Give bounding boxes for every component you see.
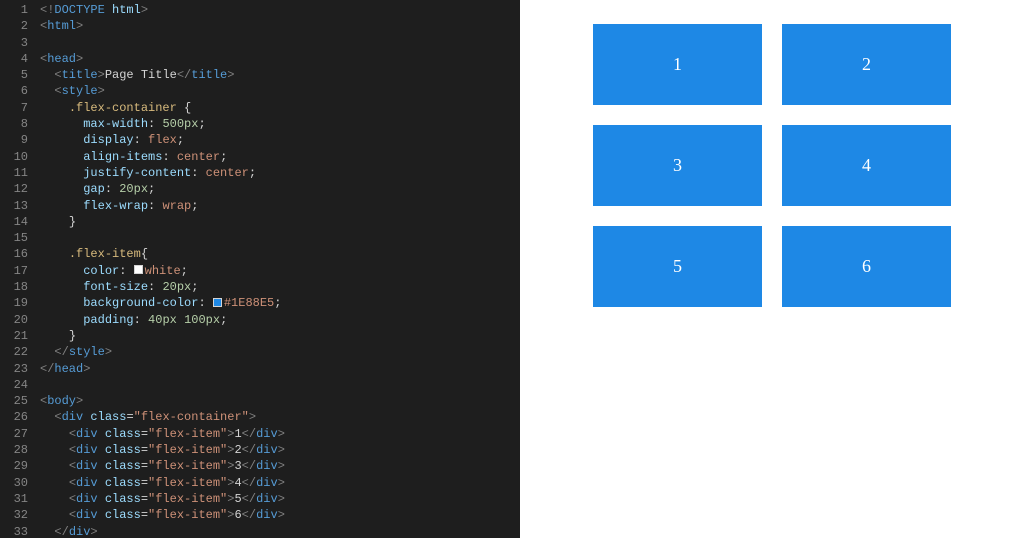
line-number-gutter: 1234567891011121314151617181920212223242…: [0, 0, 40, 538]
line-number: 20: [0, 312, 28, 328]
line-number: 12: [0, 181, 28, 197]
preview-pane: 1 2 3 4 5 6: [520, 0, 1024, 538]
code-line[interactable]: <!DOCTYPE html>: [40, 2, 520, 18]
line-number: 28: [0, 442, 28, 458]
code-line[interactable]: color: white;: [40, 263, 520, 279]
code-line[interactable]: .flex-item{: [40, 246, 520, 262]
code-editor-pane: 1234567891011121314151617181920212223242…: [0, 0, 520, 538]
code-line[interactable]: .flex-container {: [40, 100, 520, 116]
line-number: 18: [0, 279, 28, 295]
flex-item-1: 1: [593, 24, 762, 105]
code-line[interactable]: padding: 40px 100px;: [40, 312, 520, 328]
line-number: 14: [0, 214, 28, 230]
code-content[interactable]: <!DOCTYPE html><html> <head> <title>Page…: [40, 0, 520, 538]
line-number: 16: [0, 246, 28, 262]
line-number: 24: [0, 377, 28, 393]
code-line[interactable]: [40, 377, 520, 393]
code-line[interactable]: flex-wrap: wrap;: [40, 198, 520, 214]
flex-item-2: 2: [782, 24, 951, 105]
code-line[interactable]: [40, 35, 520, 51]
code-line[interactable]: </div>: [40, 524, 520, 538]
line-number: 29: [0, 458, 28, 474]
line-number: 2: [0, 18, 28, 34]
flex-container: 1 2 3 4 5 6: [556, 24, 988, 307]
line-number: 5: [0, 67, 28, 83]
line-number: 17: [0, 263, 28, 279]
code-line[interactable]: <html>: [40, 18, 520, 34]
code-line[interactable]: max-width: 500px;: [40, 116, 520, 132]
line-number: 30: [0, 475, 28, 491]
code-line[interactable]: <div class="flex-item">1</div>: [40, 426, 520, 442]
code-line[interactable]: <div class="flex-item">4</div>: [40, 475, 520, 491]
code-line[interactable]: }: [40, 328, 520, 344]
code-line[interactable]: </style>: [40, 344, 520, 360]
code-line[interactable]: <div class="flex-item">2</div>: [40, 442, 520, 458]
line-number: 26: [0, 409, 28, 425]
line-number: 10: [0, 149, 28, 165]
code-line[interactable]: align-items: center;: [40, 149, 520, 165]
line-number: 27: [0, 426, 28, 442]
line-number: 31: [0, 491, 28, 507]
line-number: 22: [0, 344, 28, 360]
line-number: 9: [0, 132, 28, 148]
line-number: 1: [0, 2, 28, 18]
flex-item-5: 5: [593, 226, 762, 307]
line-number: 21: [0, 328, 28, 344]
line-number: 23: [0, 361, 28, 377]
code-line[interactable]: <div class="flex-item">5</div>: [40, 491, 520, 507]
line-number: 8: [0, 116, 28, 132]
code-line[interactable]: font-size: 20px;: [40, 279, 520, 295]
line-number: 3: [0, 35, 28, 51]
flex-item-4: 4: [782, 125, 951, 206]
code-line[interactable]: <head>: [40, 51, 520, 67]
flex-item-3: 3: [593, 125, 762, 206]
line-number: 4: [0, 51, 28, 67]
code-line[interactable]: background-color: #1E88E5;: [40, 295, 520, 311]
line-number: 15: [0, 230, 28, 246]
code-line[interactable]: justify-content: center;: [40, 165, 520, 181]
code-line[interactable]: [40, 230, 520, 246]
line-number: 13: [0, 198, 28, 214]
code-line[interactable]: <div class="flex-item">6</div>: [40, 507, 520, 523]
line-number: 19: [0, 295, 28, 311]
code-line[interactable]: <div class="flex-item">3</div>: [40, 458, 520, 474]
code-line[interactable]: display: flex;: [40, 132, 520, 148]
code-line[interactable]: <div class="flex-container">: [40, 409, 520, 425]
line-number: 32: [0, 507, 28, 523]
line-number: 7: [0, 100, 28, 116]
flex-item-6: 6: [782, 226, 951, 307]
line-number: 33: [0, 524, 28, 538]
line-number: 11: [0, 165, 28, 181]
code-line[interactable]: <body>: [40, 393, 520, 409]
code-line[interactable]: </head>: [40, 361, 520, 377]
line-number: 6: [0, 83, 28, 99]
line-number: 25: [0, 393, 28, 409]
code-line[interactable]: }: [40, 214, 520, 230]
code-line[interactable]: <style>: [40, 83, 520, 99]
code-line[interactable]: <title>Page Title</title>: [40, 67, 520, 83]
code-line[interactable]: gap: 20px;: [40, 181, 520, 197]
